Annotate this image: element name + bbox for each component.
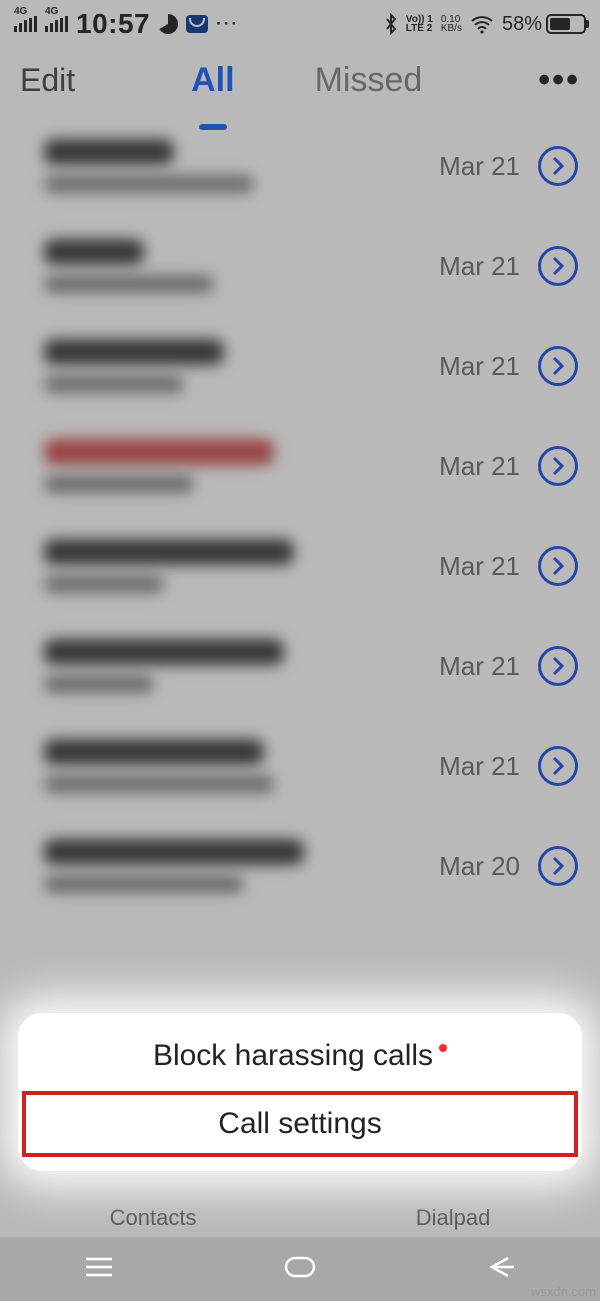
recents-header: Edit All Missed •••	[0, 44, 600, 116]
clock: 10:57	[76, 8, 150, 40]
home-nav-icon[interactable]	[280, 1254, 320, 1285]
bluetooth-icon	[384, 13, 398, 35]
call-date: Mar 21	[439, 251, 520, 282]
call-log-row[interactable]: Mar 20	[0, 816, 600, 916]
call-log-list[interactable]: Mar 21 Mar 21 Mar 21	[0, 116, 600, 916]
detail-icon[interactable]	[538, 446, 578, 486]
call-log-row[interactable]: Mar 21	[0, 316, 600, 416]
menu-call-settings[interactable]: Call settings	[22, 1091, 578, 1157]
speed-indicator: 0.10KB/s	[441, 15, 462, 33]
tab-missed[interactable]: Missed	[315, 61, 423, 100]
edit-button[interactable]: Edit	[20, 62, 75, 99]
call-date: Mar 21	[439, 551, 520, 582]
signal-sim2-icon: 4G	[45, 16, 68, 32]
detail-icon[interactable]	[538, 646, 578, 686]
signal-sim1-icon: 4G	[14, 16, 37, 32]
detail-icon[interactable]	[538, 146, 578, 186]
detail-icon[interactable]	[538, 246, 578, 286]
red-dot-icon	[439, 1044, 447, 1052]
phone-screen: 4G 4G 10:57 ··· Vo)) 1LTE 2 0.10KB/s 58%	[0, 0, 600, 1301]
tab-dialpad[interactable]: Dialpad	[416, 1205, 491, 1231]
options-menu: Block harassing calls Call settings	[18, 1013, 582, 1171]
wifi-icon	[470, 14, 494, 34]
call-log-row[interactable]: Mar 21	[0, 616, 600, 716]
call-log-row[interactable]: Mar 21	[0, 516, 600, 616]
call-date: Mar 21	[439, 751, 520, 782]
call-log-row[interactable]: Mar 21	[0, 416, 600, 516]
data-saver-icon	[158, 14, 178, 34]
more-button[interactable]: •••	[538, 61, 580, 100]
volte-indicator: Vo)) 1LTE 2	[406, 15, 433, 33]
detail-icon[interactable]	[538, 846, 578, 886]
call-log-row[interactable]: Mar 21	[0, 716, 600, 816]
tab-contacts[interactable]: Contacts	[110, 1205, 197, 1231]
battery-icon	[546, 14, 586, 34]
detail-icon[interactable]	[538, 746, 578, 786]
detail-icon[interactable]	[538, 546, 578, 586]
call-date: Mar 21	[439, 451, 520, 482]
watermark: wsxdn.com	[531, 1284, 596, 1299]
more-notifications-icon: ···	[216, 14, 239, 34]
battery-indicator: 58%	[502, 13, 586, 36]
call-date: Mar 20	[439, 851, 520, 882]
call-log-row[interactable]: Mar 21	[0, 216, 600, 316]
status-bar: 4G 4G 10:57 ··· Vo)) 1LTE 2 0.10KB/s 58%	[0, 0, 600, 44]
back-nav-icon[interactable]	[484, 1254, 518, 1285]
call-date: Mar 21	[439, 351, 520, 382]
recents-nav-icon[interactable]	[82, 1254, 116, 1285]
mail-icon	[186, 15, 208, 33]
system-nav-bar	[0, 1237, 600, 1301]
call-log-row[interactable]: Mar 21	[0, 116, 600, 216]
detail-icon[interactable]	[538, 346, 578, 386]
call-date: Mar 21	[439, 651, 520, 682]
menu-block-harassing[interactable]: Block harassing calls	[18, 1023, 582, 1089]
bottom-tabs: Contacts Dialpad	[0, 1205, 600, 1231]
tab-all[interactable]: All	[191, 61, 234, 100]
call-date: Mar 21	[439, 151, 520, 182]
